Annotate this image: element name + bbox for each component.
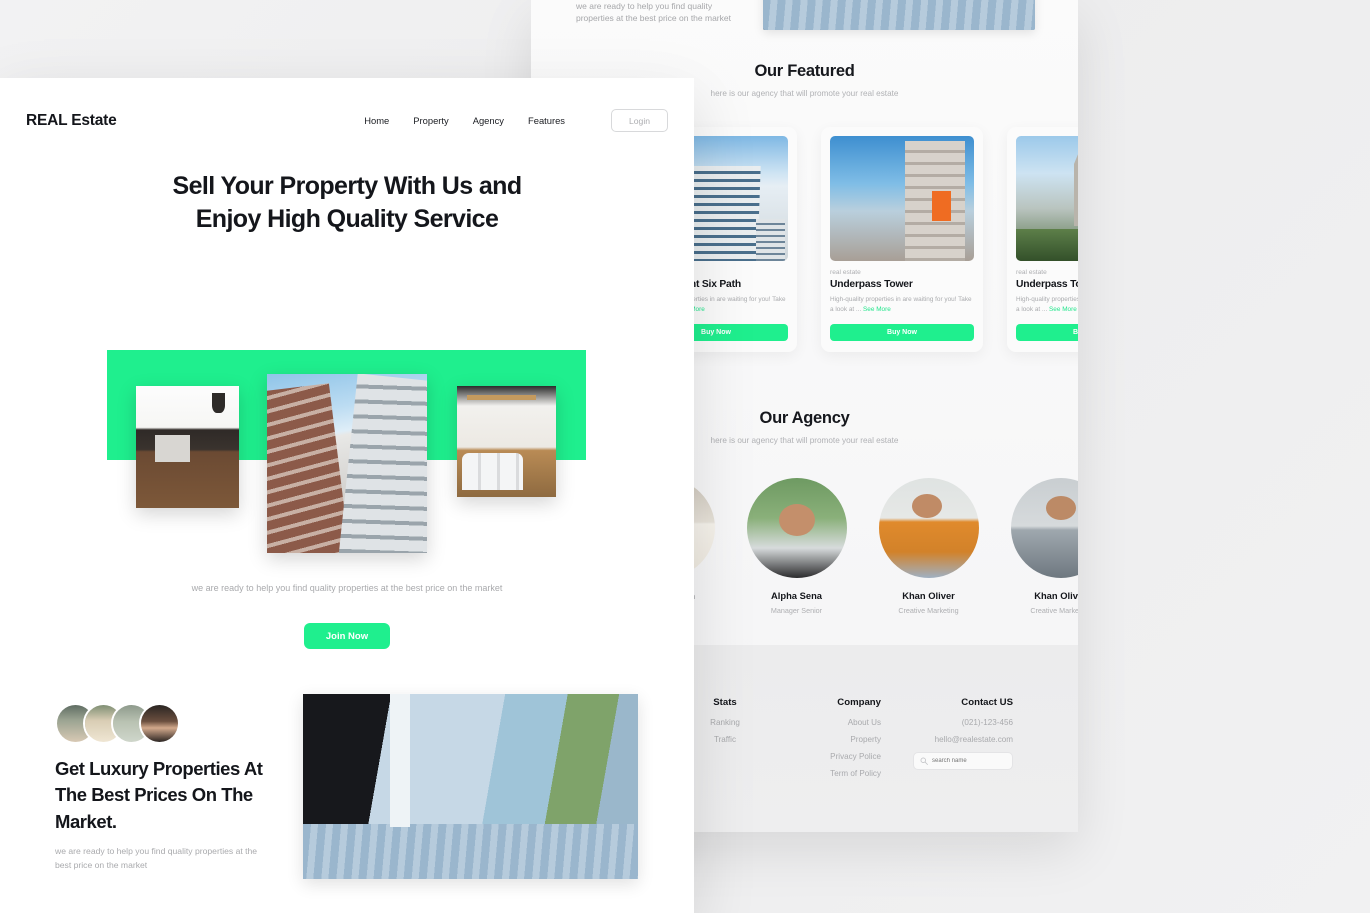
avatar bbox=[139, 703, 180, 744]
buy-now-button[interactable]: Buy Now bbox=[830, 323, 974, 341]
nav-item-home[interactable]: Home bbox=[364, 115, 389, 126]
footer-column-contact: Contact US (021)-123-456 hello@realestat… bbox=[881, 697, 1013, 770]
avatar bbox=[1010, 478, 1078, 578]
agency-member[interactable]: Khan Oliver Creative Marketing bbox=[872, 478, 985, 615]
back-luxury-description: we are ready to help you find quality pr… bbox=[576, 1, 731, 24]
property-card[interactable]: real estate Underpass Tower High-quality… bbox=[821, 127, 983, 352]
luxury-description: we are ready to help you find quality pr… bbox=[55, 846, 258, 870]
footer-search-box[interactable] bbox=[913, 752, 1013, 770]
property-tag: real estate bbox=[830, 269, 861, 276]
login-button[interactable]: Login bbox=[611, 109, 668, 132]
agency-member[interactable]: Khan Oliver Creative Marketing bbox=[1004, 478, 1078, 615]
agency-member-role: Manager Senior bbox=[770, 606, 823, 615]
hero-image-dining bbox=[457, 386, 556, 497]
footer-heading: Stats bbox=[713, 697, 737, 708]
mockup-canvas: we are ready to help you find quality pr… bbox=[0, 0, 1370, 913]
see-more-link[interactable]: See More bbox=[1049, 306, 1077, 313]
primary-nav: Home Property Agency Features Login bbox=[364, 109, 668, 132]
footer-link[interactable]: Traffic bbox=[687, 735, 763, 744]
footer-link[interactable]: Ranking bbox=[687, 718, 763, 727]
footer-link[interactable]: Privacy Police bbox=[763, 752, 881, 761]
join-now-button[interactable]: Join Now bbox=[304, 623, 390, 649]
agency-member-name: Khan Oliver bbox=[1034, 590, 1078, 601]
footer-phone[interactable]: (021)-123-456 bbox=[881, 718, 1013, 727]
footer-heading: Contact US bbox=[961, 697, 1013, 708]
footer-column-stats: Stats Ranking Traffic bbox=[687, 697, 763, 752]
hero-title-line-2: Enjoy High Quality Service bbox=[195, 205, 499, 233]
hero-image-building bbox=[267, 374, 427, 553]
luxury-title: Get Luxury Properties At The Best Prices… bbox=[55, 758, 263, 832]
property-image bbox=[1016, 136, 1078, 261]
agency-member[interactable]: Alpha Sena Manager Senior bbox=[740, 478, 853, 615]
client-avatar-group bbox=[55, 703, 180, 744]
hero-subtitle: we are ready to help you find quality pr… bbox=[191, 583, 503, 593]
footer-heading: Company bbox=[837, 697, 881, 708]
navbar: REAL Estate Home Property Agency Feature… bbox=[0, 78, 694, 163]
agency-member-name: Khan Oliver bbox=[902, 590, 955, 601]
footer-column-company: Company About Us Property Privacy Police… bbox=[763, 697, 881, 786]
footer-email[interactable]: hello@realestate.com bbox=[881, 735, 1013, 744]
agency-member-role: Creative Marketing bbox=[898, 606, 959, 615]
nav-item-agency[interactable]: Agency bbox=[473, 115, 504, 126]
buy-now-button[interactable]: Buy Now bbox=[1016, 323, 1078, 341]
property-card[interactable]: real estate Underpass Tower High-quality… bbox=[1007, 127, 1078, 352]
footer-link[interactable]: About Us bbox=[763, 718, 881, 727]
property-image bbox=[830, 136, 974, 261]
brand-logo[interactable]: REAL Estate bbox=[26, 112, 117, 130]
property-tag: real estate bbox=[1016, 269, 1047, 276]
agency-member-name: Alpha Sena bbox=[770, 590, 823, 601]
hero-title: Sell Your Property With Us and Enjoy Hig… bbox=[0, 170, 694, 236]
back-luxury-image bbox=[763, 0, 1035, 30]
footer-link[interactable]: Property bbox=[763, 735, 881, 744]
search-input[interactable] bbox=[932, 758, 1006, 764]
see-more-link[interactable]: See More bbox=[863, 306, 891, 313]
property-description: High-quality properties in are waiting f… bbox=[1016, 296, 1078, 313]
agency-member-role: Creative Marketing bbox=[1030, 606, 1078, 615]
nav-item-features[interactable]: Features bbox=[528, 115, 565, 126]
property-title: Underpass Tower bbox=[1016, 279, 1078, 290]
avatar bbox=[746, 478, 847, 578]
property-title: Underpass Tower bbox=[830, 279, 913, 290]
front-page-panel: REAL Estate Home Property Agency Feature… bbox=[0, 78, 694, 913]
hero-image-kitchen bbox=[136, 386, 239, 508]
avatar bbox=[878, 478, 979, 578]
luxury-image bbox=[303, 694, 638, 879]
property-description: High-quality properties in are waiting f… bbox=[830, 296, 972, 313]
nav-item-property[interactable]: Property bbox=[413, 115, 448, 126]
search-icon bbox=[920, 757, 928, 765]
footer-link[interactable]: Term of Policy bbox=[763, 769, 881, 778]
hero-title-line-1: Sell Your Property With Us and bbox=[172, 172, 523, 200]
